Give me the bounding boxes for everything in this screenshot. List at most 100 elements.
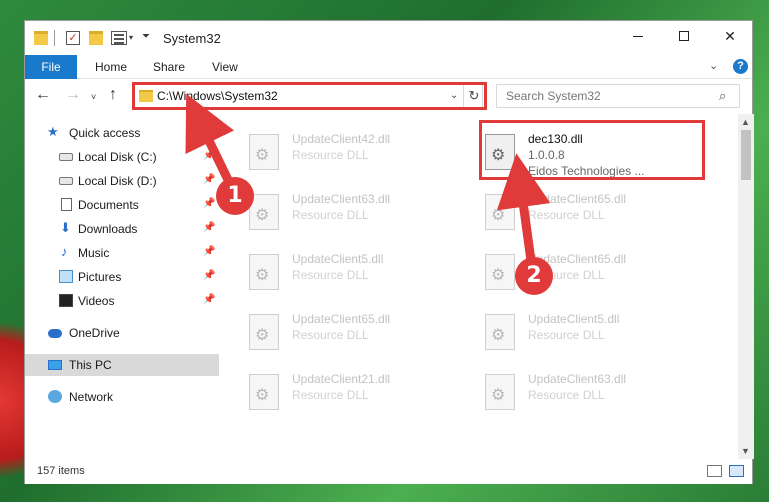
tab-home[interactable]: Home <box>95 55 127 79</box>
tab-view[interactable]: View <box>212 55 238 79</box>
ribbon-tabs: File Home Share View ⌄ ? <box>25 55 752 79</box>
sidebar-item-label: This PC <box>69 358 112 372</box>
dll-file-icon <box>249 374 279 410</box>
sidebar-item-label: Downloads <box>78 222 138 236</box>
sidebar-item-videos[interactable]: Videos 📌 <box>25 290 219 312</box>
search-icon[interactable]: ⌕ <box>719 88 726 104</box>
maximize-button[interactable] <box>661 21 707 51</box>
new-folder-icon[interactable] <box>89 31 103 45</box>
scroll-up-icon[interactable]: ▲ <box>741 117 750 127</box>
file-name: UpdateClient63.dll <box>292 192 391 206</box>
minimize-icon <box>633 35 643 37</box>
file-type: Resource DLL <box>528 388 605 402</box>
expand-ribbon-icon[interactable]: ⌄ <box>709 59 718 72</box>
scroll-down-icon[interactable]: ▼ <box>741 446 750 456</box>
sidebar-item-label: Videos <box>78 294 115 308</box>
file-name: UpdateClient5.dll <box>528 312 620 326</box>
forward-button[interactable]: → <box>65 87 81 103</box>
close-button[interactable]: ✕ <box>707 21 753 51</box>
file-tile[interactable]: UpdateClient65.dll Resource DLL <box>219 302 449 362</box>
maximize-icon <box>679 31 689 41</box>
sidebar-item-onedrive[interactable]: OneDrive <box>25 322 219 344</box>
pin-icon[interactable]: 📌 <box>203 198 215 209</box>
step-2-badge: 2 <box>515 257 553 295</box>
sidebar-item-documents[interactable]: Documents 📌 <box>25 194 219 216</box>
toolbar-divider <box>54 30 55 46</box>
customize-toolbar-icon[interactable]: ⏷ <box>142 31 150 42</box>
properties-icon[interactable] <box>111 31 127 45</box>
pin-icon[interactable]: 📌 <box>203 174 215 185</box>
navigation-bar: ← → ˅ ↑ C:\Windows\System32 ⌄ ↻ Search S… <box>25 80 752 114</box>
file-name: UpdateClient5.dll <box>292 252 384 266</box>
dll-file-icon <box>485 314 515 350</box>
pin-icon[interactable]: 📌 <box>203 270 215 281</box>
search-box[interactable]: Search System32 ⌕ <box>496 84 740 108</box>
recent-locations-button[interactable]: ˅ <box>91 89 96 105</box>
file-tile[interactable]: UpdateClient21.dll Resource DLL <box>219 362 449 422</box>
pictures-icon <box>59 270 73 283</box>
help-icon[interactable]: ? <box>733 59 748 74</box>
item-count: 157 items <box>37 465 85 477</box>
sidebar-item-label: Local Disk (D:) <box>78 174 157 188</box>
toolbar-dropdown-icon[interactable]: ▾ <box>129 33 133 42</box>
tab-share[interactable]: Share <box>153 55 185 79</box>
file-tile[interactable]: UpdateClient5.dll Resource DLL <box>219 242 449 302</box>
window-title: System32 <box>163 31 221 46</box>
sidebar-item-quick-access[interactable]: ★ Quick access <box>25 122 219 144</box>
sidebar-item-local-disk-c[interactable]: Local Disk (C:) 📌 <box>25 146 219 168</box>
dll-file-icon <box>485 374 515 410</box>
up-button[interactable]: ↑ <box>109 87 117 103</box>
sidebar-item-pictures[interactable]: Pictures 📌 <box>25 266 219 288</box>
sidebar-item-music[interactable]: ♪ Music 📌 <box>25 242 219 264</box>
drive-icon <box>59 153 73 161</box>
details-view-icon[interactable] <box>707 465 722 477</box>
download-icon: ⬇ <box>60 220 71 235</box>
sidebar-item-this-pc[interactable]: This PC <box>25 354 219 376</box>
music-icon: ♪ <box>61 244 68 259</box>
sidebar-item-label: Pictures <box>78 270 122 284</box>
dll-file-icon <box>249 254 279 290</box>
minimize-button[interactable] <box>615 21 661 51</box>
sidebar-item-label: Documents <box>78 198 139 212</box>
search-input[interactable]: Search System32 <box>506 89 601 103</box>
pin-icon[interactable]: 📌 <box>203 150 215 161</box>
file-explorer-window: ✓ ▾ ⏷ System32 ✕ File Home Share View ⌄ … <box>24 20 754 484</box>
file-name: UpdateClient42.dll <box>292 132 391 146</box>
file-type: Resource DLL <box>292 388 369 402</box>
sidebar-item-downloads[interactable]: ⬇ Downloads 📌 <box>25 218 219 240</box>
file-name: UpdateClient21.dll <box>292 372 391 386</box>
tab-file[interactable]: File <box>25 55 77 79</box>
close-icon: ✕ <box>724 27 736 44</box>
pin-icon[interactable]: 📌 <box>203 294 215 305</box>
file-tile[interactable]: UpdateClient63.dll Resource DLL <box>455 362 685 422</box>
dll-file-icon <box>485 194 515 230</box>
file-name: UpdateClient65.dll <box>292 312 391 326</box>
dll-file-icon <box>249 134 279 170</box>
large-icons-view-icon[interactable] <box>729 465 744 477</box>
file-name: UpdateClient63.dll <box>528 372 627 386</box>
onedrive-icon <box>48 329 62 338</box>
dll-file-icon <box>249 314 279 350</box>
file-tile[interactable]: UpdateClient42.dll Resource DLL <box>219 122 449 182</box>
scroll-thumb[interactable] <box>741 130 751 180</box>
file-type: Resource DLL <box>528 208 605 222</box>
vertical-scrollbar[interactable]: ▲ ▼ <box>738 114 754 459</box>
sidebar-item-local-disk-d[interactable]: Local Disk (D:) 📌 <box>25 170 219 192</box>
documents-icon <box>61 198 72 211</box>
pin-icon[interactable]: 📌 <box>203 222 215 233</box>
network-icon <box>48 390 62 403</box>
sidebar-item-network[interactable]: Network <box>25 386 219 408</box>
file-tile[interactable]: UpdateClient65.dll Resource DLL <box>455 242 685 302</box>
pc-icon <box>48 360 62 370</box>
sidebar-item-label: Local Disk (C:) <box>78 150 157 164</box>
folder-icon <box>34 31 48 45</box>
sidebar-item-label: Quick access <box>69 126 141 140</box>
file-tile[interactable]: UpdateClient65.dll Resource DLL <box>455 182 685 242</box>
status-bar: 157 items <box>25 459 752 484</box>
pin-icon[interactable]: 📌 <box>203 246 215 257</box>
file-tile[interactable]: UpdateClient5.dll Resource DLL <box>455 302 685 362</box>
back-button[interactable]: ← <box>35 87 51 103</box>
drive-icon <box>59 177 73 185</box>
properties-check-icon[interactable]: ✓ <box>66 31 80 45</box>
annotation-highlight-file <box>479 120 705 180</box>
